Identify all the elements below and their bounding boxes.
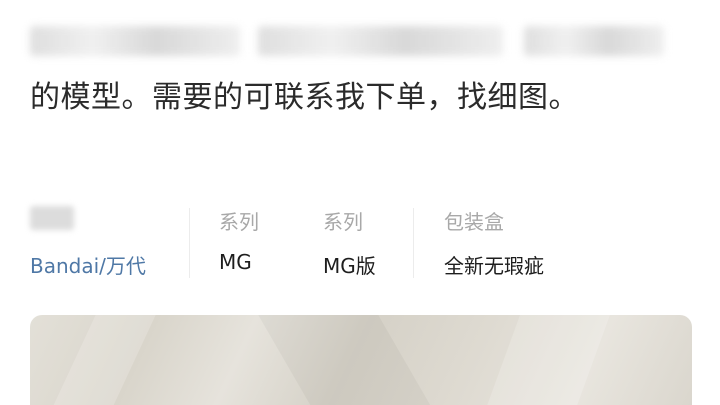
brand-value[interactable]: Bandai/万代 [30, 250, 146, 279]
redacted-text-1 [30, 26, 240, 56]
redacted-text-2 [258, 26, 503, 56]
photo-facet [44, 315, 156, 405]
photo-facet [479, 315, 611, 405]
redacted-label [30, 206, 74, 230]
divider [413, 208, 414, 278]
redacted-text-3 [524, 26, 664, 56]
item-description: 的模型。需要的可联系我下单，找细图。 [30, 80, 579, 115]
attribute-value: MG [219, 250, 252, 274]
divider [189, 208, 190, 278]
attribute-label: 系列 [219, 210, 259, 234]
attribute-value: MG版 [323, 254, 376, 278]
photo-facet [258, 315, 442, 405]
attribute-value: 全新无瑕疵 [444, 254, 544, 278]
attribute-label: 包装盒 [444, 210, 504, 234]
attribute-label: 系列 [323, 210, 363, 234]
product-photo[interactable] [30, 315, 692, 405]
